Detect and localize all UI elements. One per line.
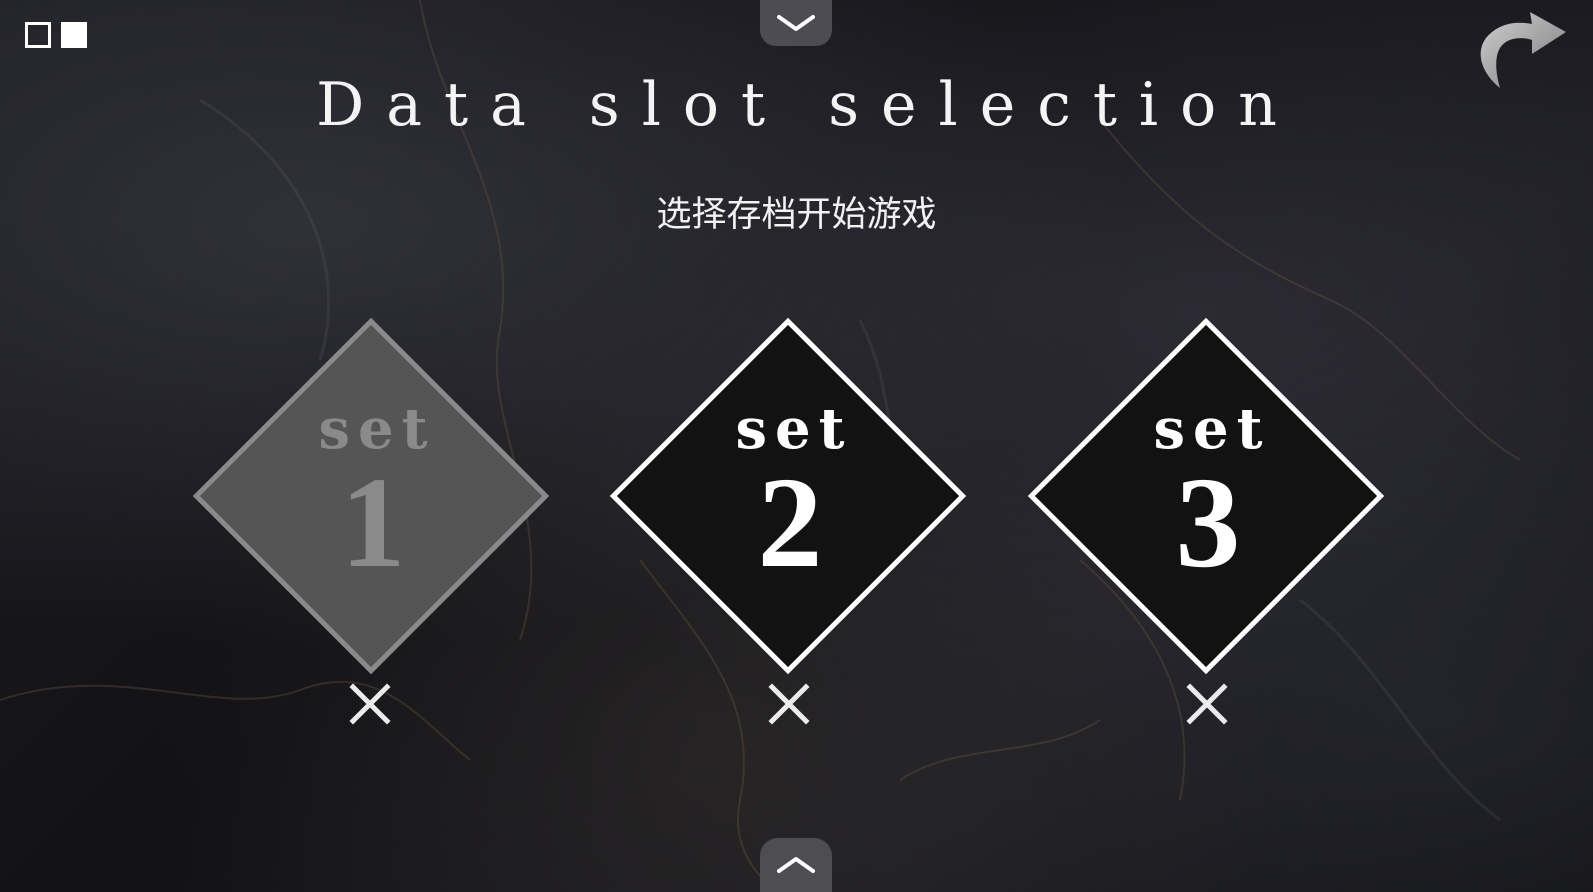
page-title: Data slot selection — [316, 70, 1299, 140]
slot-number: 2 — [757, 451, 823, 595]
outline-square-icon[interactable] — [25, 22, 51, 48]
top-menu-tab[interactable] — [760, 0, 832, 46]
chevron-up-icon — [777, 857, 815, 873]
slot-2[interactable]: set 2 — [609, 317, 970, 678]
close-icon — [768, 683, 810, 725]
bottom-menu-tab[interactable] — [760, 838, 832, 892]
page-subtitle: 选择存档开始游戏 — [656, 195, 937, 235]
slot-1[interactable]: set 1 — [192, 317, 553, 678]
view-toggle-group — [25, 22, 87, 48]
delete-slot-2-button[interactable] — [767, 682, 811, 726]
slot-number: 1 — [340, 451, 406, 595]
data-slot-screen: Data slot selection 选择存档开始游戏 set 1 set 2… — [0, 0, 1593, 892]
close-icon — [349, 683, 391, 725]
slot-number: 3 — [1175, 451, 1241, 595]
delete-slot-3-button[interactable] — [1185, 682, 1229, 726]
slot-3[interactable]: set 3 — [1027, 317, 1388, 678]
filled-square-icon[interactable] — [61, 22, 87, 48]
close-icon — [1186, 683, 1228, 725]
delete-slot-1-button[interactable] — [348, 682, 392, 726]
chevron-down-icon — [777, 15, 815, 31]
